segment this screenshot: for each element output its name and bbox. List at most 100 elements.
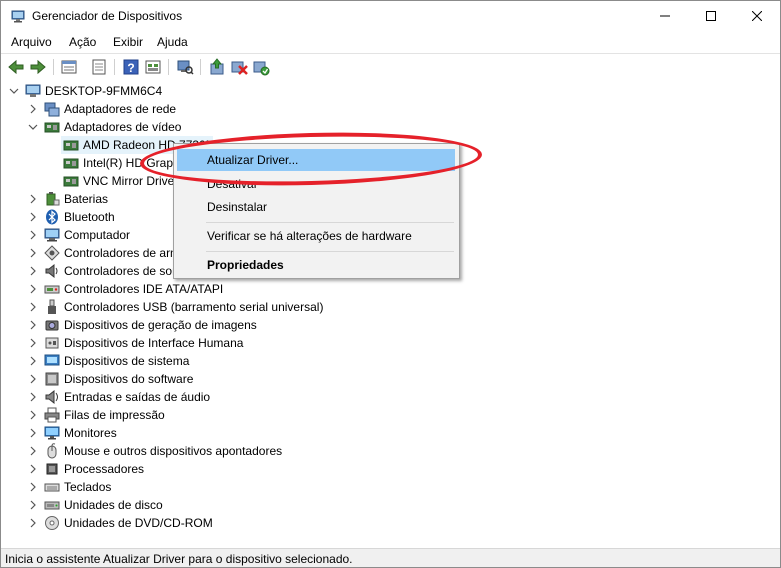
expand-chevron-icon[interactable]: [28, 334, 38, 352]
close-button[interactable]: [734, 1, 780, 31]
toolbar-separator: [53, 59, 54, 75]
collapse-chevron-icon[interactable]: [28, 118, 38, 136]
tree-item-label: Controladores USB (barramento serial uni…: [64, 300, 324, 314]
back-icon[interactable]: [7, 58, 25, 76]
collapse-chevron-icon[interactable]: [9, 82, 19, 100]
tree-item-controladores-usb-barramento-serial-universal[interactable]: Controladores USB (barramento serial uni…: [1, 298, 780, 316]
tree-item-label: Monitores: [64, 426, 117, 440]
keyboard-icon: [44, 483, 60, 492]
tree-item-label: Unidades de DVD/CD-ROM: [64, 516, 213, 530]
display-adapter-icon: [63, 176, 79, 187]
svg-text:?: ?: [127, 61, 134, 75]
tree-item-label: DESKTOP-9FMM6C4: [45, 84, 163, 98]
computer-icon: [44, 228, 60, 242]
expand-chevron-icon[interactable]: [28, 388, 38, 406]
tree-item-adaptadores-de-rede[interactable]: Adaptadores de rede: [1, 100, 780, 118]
menu-scan-hardware[interactable]: Verificar se há alterações de hardware: [177, 225, 455, 247]
system-device-icon: [44, 354, 60, 366]
battery-icon: [46, 192, 60, 206]
tree-root[interactable]: DESKTOP-9FMM6C4: [1, 82, 780, 100]
uninstall-device-icon[interactable]: [230, 58, 248, 76]
tree-item-label: Controladores IDE ATA/ATAPI: [64, 282, 224, 296]
menu-bar: Arquivo Ação Exibir Ajuda: [1, 31, 780, 53]
tree-item-label: Unidades de disco: [64, 498, 163, 512]
expand-chevron-icon[interactable]: [28, 100, 38, 118]
menu-arquivo[interactable]: Arquivo: [11, 35, 52, 49]
expand-chevron-icon[interactable]: [28, 514, 38, 532]
display-adapter-icon: [44, 122, 60, 133]
tree-item-mouse-e-outros-dispositivos-apontadores[interactable]: Mouse e outros dispositivos apontadores: [1, 442, 780, 460]
expand-chevron-icon[interactable]: [28, 298, 38, 316]
enable-device-icon[interactable]: [252, 58, 270, 76]
menu-ajuda[interactable]: Ajuda: [157, 35, 188, 49]
display-adapter-icon: [63, 140, 79, 151]
expand-chevron-icon[interactable]: [28, 424, 38, 442]
menu-acao[interactable]: Ação: [69, 35, 96, 49]
software-device-icon: [45, 372, 59, 386]
tree-item-label: Adaptadores de rede: [64, 102, 177, 116]
title-bar[interactable]: Gerenciador de Dispositivos: [1, 1, 780, 31]
expand-chevron-icon[interactable]: [28, 208, 38, 226]
tree-item-unidades-de-dvd-cd-rom[interactable]: Unidades de DVD/CD-ROM: [1, 514, 780, 532]
forward-icon[interactable]: [29, 58, 47, 76]
tree-item-dispositivos-do-software[interactable]: Dispositivos do software: [1, 370, 780, 388]
expand-chevron-icon[interactable]: [28, 316, 38, 334]
toolbar-separator: [200, 59, 201, 75]
tree-item-dispositivos-de-geracao-de-imagens[interactable]: Dispositivos de geração de imagens: [1, 316, 780, 334]
tree-item-dispositivos-de-interface-humana[interactable]: Dispositivos de Interface Humana: [1, 334, 780, 352]
expand-chevron-icon[interactable]: [28, 226, 38, 244]
expand-chevron-icon[interactable]: [28, 442, 38, 460]
sound-icon: [45, 263, 58, 279]
tree-item-label: Teclados: [64, 480, 112, 494]
display-adapter-icon: [63, 158, 79, 169]
tree-item-controladores-ide-ata-atapi[interactable]: Controladores IDE ATA/ATAPI: [1, 280, 780, 298]
menu-properties[interactable]: Propriedades: [177, 254, 455, 276]
menu-scan-hardware-label: Verificar se há alterações de hardware: [207, 229, 412, 243]
mouse-icon: [47, 443, 57, 459]
toolbar-separator: [168, 59, 169, 75]
expand-chevron-icon[interactable]: [28, 280, 38, 298]
tree-item-label: Filas de impressão: [64, 408, 165, 422]
tree-item-unidades-de-disco[interactable]: Unidades de disco: [1, 496, 780, 514]
tree-item-teclados[interactable]: Teclados: [1, 478, 780, 496]
tree-item-label: Dispositivos do software: [64, 372, 194, 386]
menu-uninstall[interactable]: Desinstalar: [177, 196, 455, 218]
tree-item-entradas-e-saidas-de-audio[interactable]: Entradas e saídas de áudio: [1, 388, 780, 406]
menu-uninstall-label: Desinstalar: [207, 200, 268, 214]
expand-chevron-icon[interactable]: [28, 352, 38, 370]
tree-item-label: Dispositivos de geração de imagens: [64, 318, 257, 332]
properties-icon[interactable]: [90, 58, 108, 76]
tree-item-dispositivos-de-sistema[interactable]: Dispositivos de sistema: [1, 352, 780, 370]
network-icon: [44, 102, 60, 117]
scan-hardware-icon[interactable]: [176, 58, 194, 76]
update-driver-icon[interactable]: [208, 58, 226, 76]
status-bar: Inicia o assistente Atualizar Driver par…: [1, 548, 780, 567]
camera-icon: [45, 320, 59, 331]
tree-item-filas-de-impressao[interactable]: Filas de impressão: [1, 406, 780, 424]
tree-item-label: Mouse e outros dispositivos apontadores: [64, 444, 283, 458]
menu-separator: [206, 251, 454, 252]
view-resources-icon[interactable]: [144, 58, 162, 76]
maximize-button[interactable]: [688, 1, 734, 31]
help-icon[interactable]: ?: [122, 58, 140, 76]
menu-exibir[interactable]: Exibir: [113, 35, 143, 49]
expand-chevron-icon[interactable]: [28, 478, 38, 496]
view-tree-icon[interactable]: [60, 58, 78, 76]
tree-item-label: Computador: [64, 228, 131, 242]
minimize-button[interactable]: [642, 1, 688, 31]
expand-chevron-icon[interactable]: [28, 244, 38, 262]
expand-chevron-icon[interactable]: [28, 406, 38, 424]
expand-chevron-icon[interactable]: [28, 460, 38, 478]
tree-item-processadores[interactable]: Processadores: [1, 460, 780, 478]
expand-chevron-icon[interactable]: [28, 190, 38, 208]
tree-item-label: Dispositivos de sistema: [64, 354, 190, 368]
tree-item-monitores[interactable]: Monitores: [1, 424, 780, 442]
expand-chevron-icon[interactable]: [28, 370, 38, 388]
expand-chevron-icon[interactable]: [28, 496, 38, 514]
storage-controller-icon: [44, 245, 60, 261]
expand-chevron-icon[interactable]: [28, 262, 38, 280]
computer-icon: [25, 84, 41, 97]
tree-item-label: Dispositivos de Interface Humana: [64, 336, 244, 350]
tree-item-label: Entradas e saídas de áudio: [64, 390, 211, 404]
window-title: Gerenciador de Dispositivos: [32, 9, 183, 23]
